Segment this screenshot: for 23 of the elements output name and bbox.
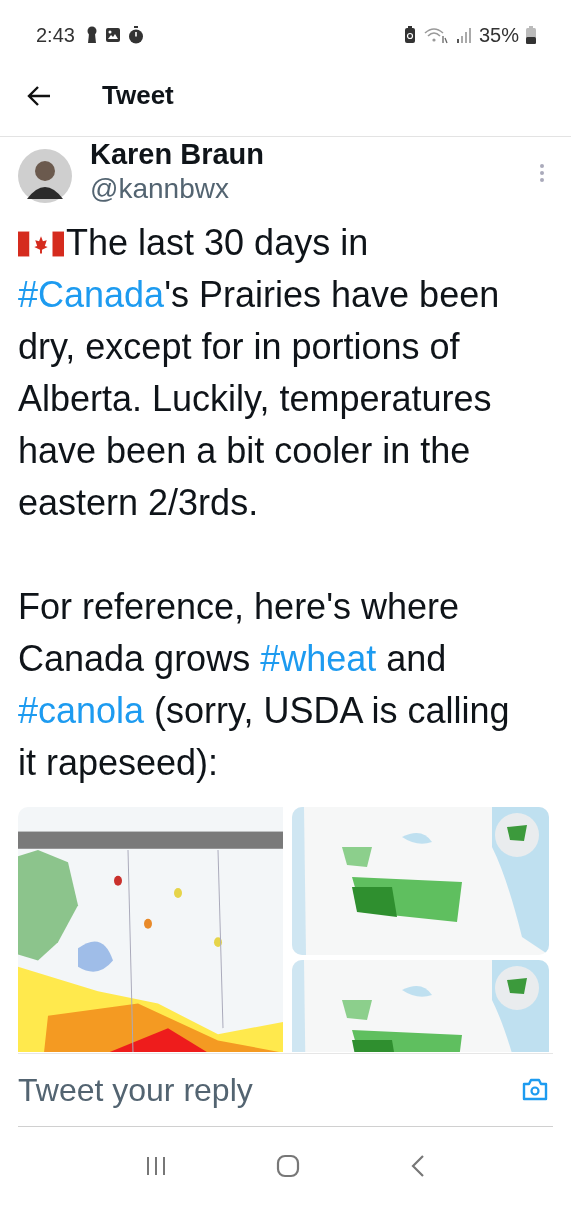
image-icon xyxy=(104,27,121,43)
battery-percentage: 35% xyxy=(478,23,519,47)
hashtag-link[interactable]: #Canada xyxy=(18,274,165,315)
status-time: 2:43 xyxy=(36,23,75,47)
back-chevron-icon xyxy=(410,1154,427,1178)
battery-icon xyxy=(526,26,536,44)
hashtag-link[interactable]: #canola xyxy=(18,690,145,731)
recent-apps-icon xyxy=(144,1155,167,1177)
battery-saver-icon xyxy=(403,26,416,44)
signal-icon xyxy=(455,26,472,44)
author-handle[interactable]: @kannbwx xyxy=(90,171,539,207)
timer-icon xyxy=(127,26,144,44)
canada-flag-icon xyxy=(18,231,64,257)
wifi-icon xyxy=(422,26,449,44)
hashtag-link[interactable]: #wheat xyxy=(260,638,377,679)
tweet-text: For reference, here's where Canada grows #wheat and #canola (sorry, USDA is calling it rapeseed): xyxy=(18,585,511,785)
tweet-text: The last 30 days in #Canada's Prairies have been dry, except for in portions of Alberta. Luckily, temperatures have been a bit cooler in the eastern 2/3rds. xyxy=(18,221,501,525)
home-icon xyxy=(276,1154,301,1178)
page-title: Tweet xyxy=(102,80,174,111)
author-name[interactable]: Karen Braun xyxy=(90,137,539,171)
more-options-icon[interactable] xyxy=(539,163,545,183)
avatar[interactable] xyxy=(18,149,72,203)
keyhole-icon xyxy=(85,26,98,44)
